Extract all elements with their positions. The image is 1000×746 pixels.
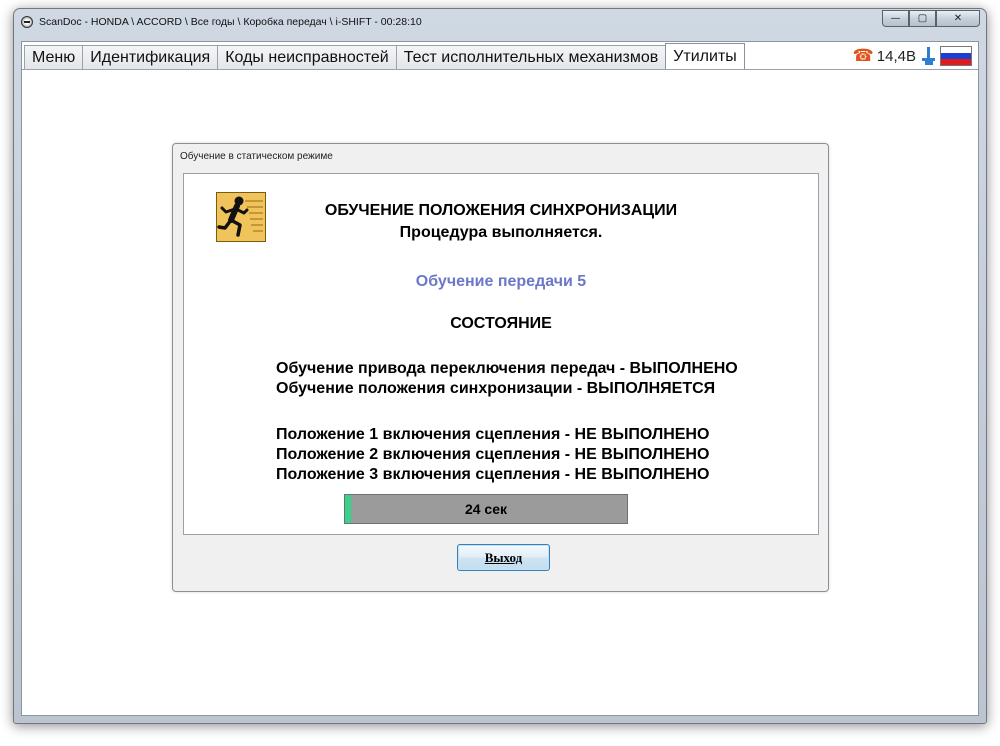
progress-text: 24 сек: [464, 501, 508, 517]
voltage-readout: 14,4В: [876, 47, 916, 65]
procedure-heading: ОБУЧЕНИЕ ПОЛОЖЕНИЯ СИНХРОНИЗАЦИИ: [324, 202, 678, 219]
minimize-button[interactable]: —: [882, 10, 909, 27]
close-button[interactable]: ✕: [936, 10, 980, 27]
clutch-status-line: Положение 3 включения сцепления - НЕ ВЫП…: [276, 466, 710, 483]
current-stage-text: Обучение передачи 5: [415, 273, 587, 290]
status-line: Обучение привода переключения передач - …: [276, 360, 738, 377]
tab-fault-codes[interactable]: Коды неисправностей: [217, 45, 397, 69]
dialog-panel: ОБУЧЕНИЕ ПОЛОЖЕНИЯ СИНХРОНИЗАЦИИ Процеду…: [183, 173, 819, 535]
status-line: Обучение положения синхронизации - ВЫПОЛ…: [276, 380, 716, 397]
title-bar[interactable]: ScanDoc - HONDA \ ACCORD \ Все годы \ Ко…: [14, 9, 986, 35]
tab-bar: Меню Идентификация Коды неисправностей Т…: [22, 42, 978, 70]
status-area: ☎ 14,4В: [853, 46, 972, 66]
tabs: Меню Идентификация Коды неисправностей Т…: [24, 43, 745, 69]
clutch-status-line: Положение 1 включения сцепления - НЕ ВЫП…: [276, 426, 710, 443]
power-plug-icon: [922, 47, 936, 65]
tab-menu[interactable]: Меню: [24, 45, 84, 69]
exit-button[interactable]: Выход: [457, 544, 550, 571]
tab-actuator-test[interactable]: Тест исполнительных механизмов: [395, 45, 667, 69]
dialog-title: Обучение в статическом режиме: [180, 151, 333, 162]
clutch-status-line: Положение 2 включения сцепления - НЕ ВЫП…: [276, 446, 710, 463]
window-controls: — ▢ ✕: [882, 10, 980, 27]
window-title: ScanDoc - HONDA \ ACCORD \ Все годы \ Ко…: [39, 16, 422, 28]
procedure-subheading: Процедура выполняется.: [399, 224, 603, 241]
app-icon: [21, 16, 33, 28]
progress-bar: 24 сек: [344, 494, 628, 524]
static-learning-dialog: Обучение в статическом режиме ОБУЧЕНИЕ П…: [172, 143, 829, 592]
tab-identification[interactable]: Идентификация: [82, 45, 219, 69]
phone-icon: ☎: [852, 45, 874, 66]
russian-flag-icon[interactable]: [940, 46, 972, 66]
tab-utilities[interactable]: Утилиты: [665, 43, 745, 69]
maximize-button[interactable]: ▢: [909, 10, 936, 27]
state-label: СОСТОЯНИЕ: [450, 315, 552, 332]
